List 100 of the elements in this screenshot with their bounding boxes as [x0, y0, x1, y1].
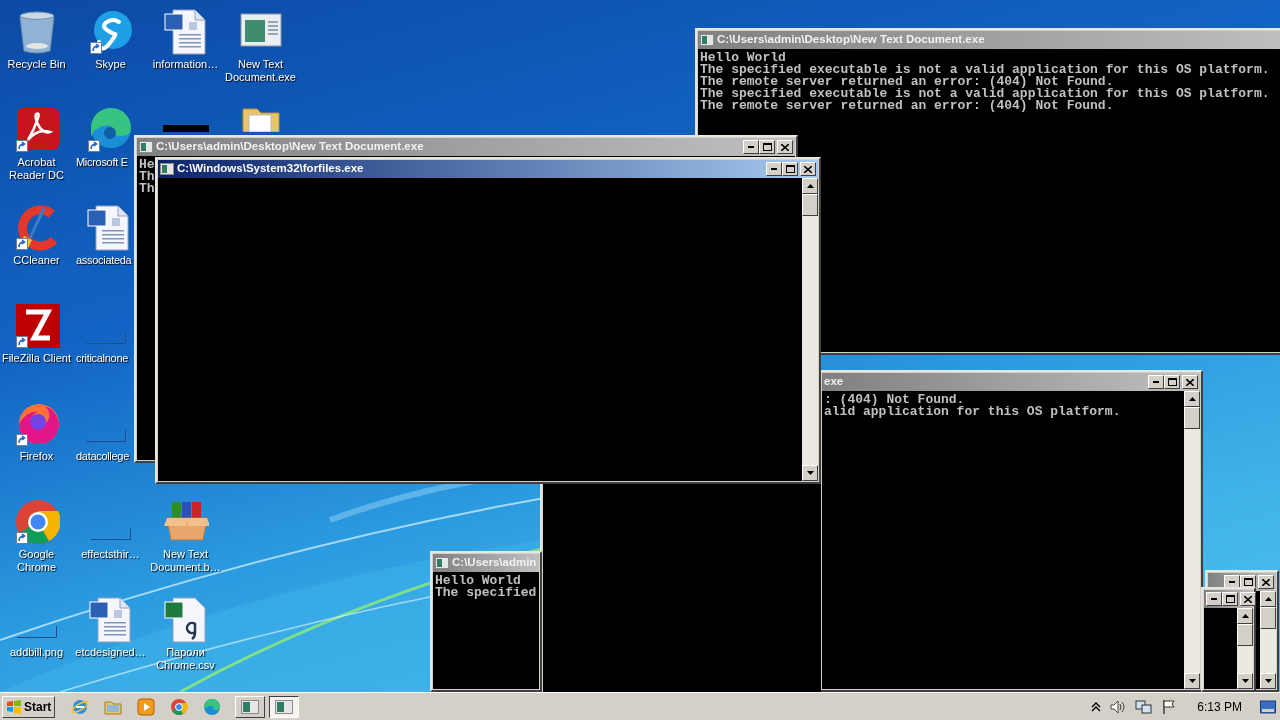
minimize-button[interactable]	[743, 140, 759, 154]
minimize-button[interactable]	[1206, 592, 1222, 606]
up-arrow-icon	[1241, 614, 1249, 618]
console-line: : (404) Not Found.	[824, 394, 965, 406]
scrollbar[interactable]	[1184, 391, 1200, 689]
console-app-icon	[275, 699, 294, 714]
window-title: C:\Users\admin	[452, 555, 537, 571]
minimize-button[interactable]	[1148, 375, 1164, 389]
minimize-icon	[748, 146, 754, 148]
window-title: exe	[824, 374, 844, 390]
document-icon	[87, 596, 134, 644]
maximize-button[interactable]	[759, 140, 775, 154]
chevron-up-icon[interactable]	[1091, 700, 1102, 713]
scroll-up-button[interactable]	[1237, 608, 1253, 624]
title-bar[interactable]: C:\Users\admin\Desktop\New Text Document.exe	[137, 138, 795, 156]
taskbar-window-button[interactable]	[269, 695, 300, 718]
maximize-icon	[762, 143, 772, 151]
down-arrow-icon	[1264, 679, 1272, 683]
blank-thumbnail-icon	[16, 626, 57, 638]
internet-explorer-icon[interactable]	[71, 697, 90, 716]
windows-flag-icon	[6, 699, 22, 714]
maximize-icon	[785, 165, 795, 173]
speaker-icon[interactable]	[1109, 698, 1128, 715]
maximize-button[interactable]	[782, 162, 798, 176]
console-app-icon	[139, 141, 153, 153]
window-title: C:\Users\admin\Desktop\New Text Document.exe	[717, 32, 985, 48]
blank-thumbnail-icon	[86, 332, 126, 344]
maximize-icon	[1243, 578, 1253, 586]
title-bar[interactable]: exe	[822, 373, 1200, 391]
close-icon	[1186, 378, 1194, 386]
scroll-down-button[interactable]	[1237, 673, 1253, 689]
blank-thumbnail-icon	[90, 528, 131, 540]
console-app-icon	[241, 699, 260, 714]
scrollbar-thumb[interactable]	[802, 194, 818, 216]
console-app-icon	[160, 163, 174, 175]
scroll-up-button[interactable]	[1184, 391, 1200, 407]
down-arrow-icon	[806, 471, 814, 475]
console-line: He	[139, 159, 155, 171]
minimize-icon	[1153, 381, 1159, 383]
console-line: Hello World	[700, 52, 786, 64]
console-line: The remote server returned an error: (404) Not Found.	[700, 76, 1114, 88]
console-line: The remote server returned an error: (404) Not Found.	[700, 100, 1114, 112]
console-app-icon	[700, 34, 714, 46]
spreadsheet-icon	[162, 596, 209, 644]
scrollbar-thumb[interactable]	[1237, 624, 1253, 646]
show-desktop-icon[interactable]	[1260, 699, 1276, 714]
document-icon	[86, 204, 132, 252]
scrollbar[interactable]	[1237, 608, 1253, 689]
up-arrow-icon	[1264, 597, 1272, 601]
close-icon	[781, 143, 789, 151]
scrollbar-thumb[interactable]	[1260, 607, 1276, 629]
minimize-icon	[1211, 598, 1217, 600]
minimize-button[interactable]	[766, 162, 782, 176]
scrollbar[interactable]	[802, 178, 818, 481]
close-icon	[1262, 578, 1270, 586]
scroll-up-button[interactable]	[1260, 591, 1276, 607]
media-player-icon[interactable]	[137, 697, 156, 716]
close-button[interactable]	[1258, 575, 1274, 589]
scrollbar[interactable]	[1260, 591, 1276, 689]
down-arrow-icon	[1241, 679, 1249, 683]
close-button[interactable]	[777, 140, 793, 154]
title-bar[interactable]: C:\Windows\System32\forfiles.exe	[158, 160, 818, 178]
close-icon	[1244, 595, 1252, 603]
close-button[interactable]	[800, 162, 816, 176]
blank-thumbnail-icon	[86, 430, 126, 442]
maximize-button[interactable]	[1222, 592, 1238, 606]
down-arrow-icon	[1188, 679, 1196, 683]
maximize-button[interactable]	[1164, 375, 1180, 389]
console-line: alid application for this OS platform.	[824, 406, 1121, 418]
title-bar[interactable]	[1204, 590, 1253, 608]
window-title: C:\Users\admin\Desktop\New Text Document.exe	[156, 139, 424, 155]
start-button[interactable]: Start	[2, 695, 56, 718]
console-line: The specified executable is not a valid application for this OS platform.	[700, 64, 1270, 76]
console-line: Hello World	[435, 575, 521, 587]
console-line: The specified executable is not a valid application for this OS platform.	[700, 88, 1270, 100]
maximize-icon	[1167, 378, 1177, 386]
close-button[interactable]	[1182, 375, 1198, 389]
scroll-up-button[interactable]	[802, 178, 818, 194]
close-icon	[804, 165, 812, 173]
clock[interactable]: 6:13 PM	[1197, 697, 1242, 716]
console-thumbnail-icon	[162, 125, 209, 132]
up-arrow-icon	[806, 184, 814, 188]
document-icon	[162, 8, 209, 56]
minimize-icon	[771, 168, 777, 170]
scroll-down-button[interactable]	[1260, 673, 1276, 689]
scrollbar-thumb[interactable]	[1184, 407, 1200, 429]
chrome-icon	[13, 498, 60, 546]
up-arrow-icon	[1188, 397, 1196, 401]
maximize-icon	[1225, 595, 1235, 603]
filezilla-icon	[13, 302, 60, 350]
flag-icon[interactable]	[1161, 698, 1178, 715]
window-title: C:\Windows\System32\forfiles.exe	[177, 161, 364, 177]
scroll-down-button[interactable]	[1184, 673, 1200, 689]
console-line: Th	[139, 171, 155, 183]
scroll-down-button[interactable]	[802, 465, 818, 481]
chrome-icon[interactable]	[170, 697, 189, 716]
network-icon[interactable]	[1135, 698, 1154, 715]
minimize-icon	[1229, 581, 1235, 583]
close-button[interactable]	[1240, 592, 1256, 606]
console-line: The specified	[435, 587, 537, 599]
